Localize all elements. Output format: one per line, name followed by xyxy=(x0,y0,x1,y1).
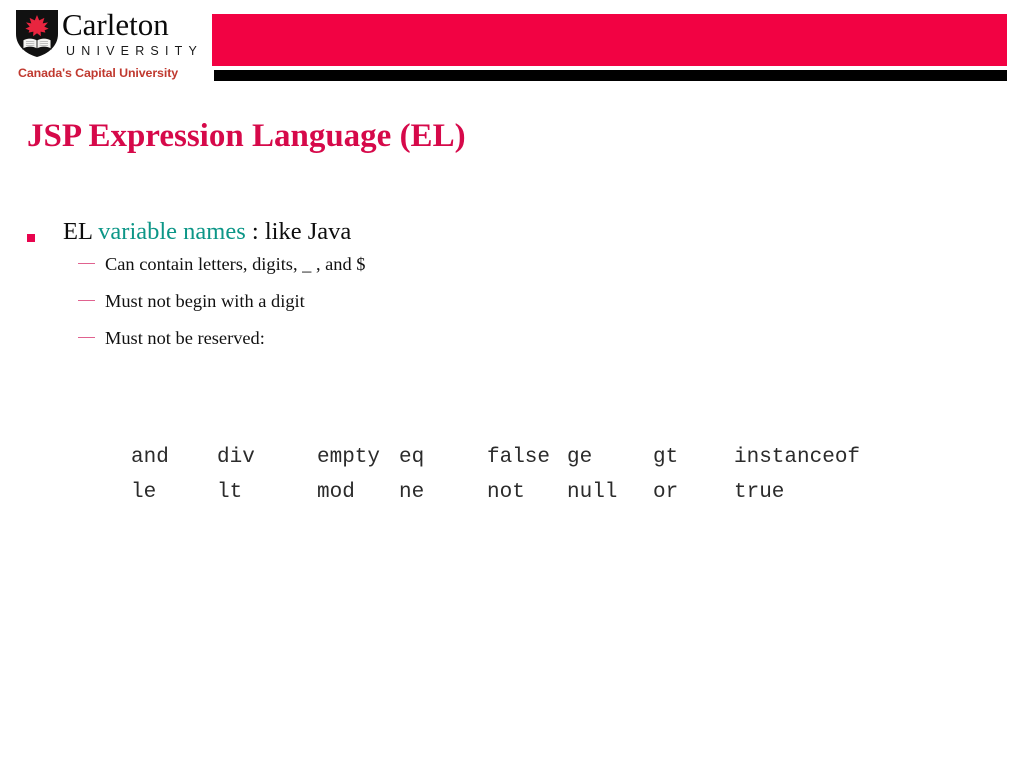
reserved-words-table: and div empty eq false ge gt instanceof … xyxy=(131,446,884,516)
bullet-level2: Can contain letters, digits, _ , and $ xyxy=(0,252,1024,277)
reserved-word-cell: and xyxy=(131,446,169,469)
reserved-words-grid: and div empty eq false ge gt instanceof … xyxy=(131,446,884,516)
reserved-word-cell: false xyxy=(487,446,551,469)
carleton-university-logo: Carleton UNIVERSITY Canada's Capital Uni… xyxy=(8,6,204,82)
bullet-level2-label: Must not begin with a digit xyxy=(105,291,305,311)
bullet-level1: EL variable names : like Java xyxy=(0,216,1024,247)
reserved-word-cell: gt xyxy=(653,446,679,469)
reserved-word-cell: or xyxy=(653,481,679,504)
reserved-word-cell: ne xyxy=(399,481,425,504)
reserved-word-cell: mod xyxy=(317,481,355,504)
brand-tagline: Canada's Capital University xyxy=(18,66,179,80)
carleton-shield-crest-icon xyxy=(16,10,58,57)
square-bullet-icon xyxy=(27,234,35,242)
bullet-text-before: EL xyxy=(63,218,99,245)
header-rule-black xyxy=(214,70,1007,81)
reserved-word-cell: div xyxy=(217,446,255,469)
reserved-word-cell: le xyxy=(131,481,157,504)
table-row: and div empty eq false ge gt instanceof xyxy=(131,446,884,481)
slide-body: EL variable names : like Java Can contai… xyxy=(0,216,1024,363)
reserved-word-cell: empty xyxy=(317,446,381,469)
sub-bullet-list: Can contain letters, digits, _ , and $ M… xyxy=(0,252,1024,351)
bullet-text-after: : like Java xyxy=(251,218,352,245)
header-rule-red xyxy=(212,14,1007,66)
reserved-word-cell: lt xyxy=(217,481,243,504)
dash-bullet-icon xyxy=(78,299,95,302)
bullet-level2-label: Can contain letters, digits, _ , and $ xyxy=(105,254,366,274)
bullet-level2-label: Must not be reserved: xyxy=(105,328,265,348)
reserved-word-cell: ge xyxy=(567,446,593,469)
page-title: JSP Expression Language (EL) xyxy=(27,118,466,154)
reserved-word-cell: not xyxy=(487,481,525,504)
wordmark-carleton: Carleton xyxy=(62,7,169,42)
bullet-level2: Must not begin with a digit xyxy=(0,289,1024,314)
reserved-word-cell: null xyxy=(567,481,618,504)
table-row: le lt mod ne not null or true xyxy=(131,481,884,516)
reserved-word-cell: eq xyxy=(399,446,425,469)
bullet-level2: Must not be reserved: xyxy=(0,326,1024,351)
slide-header: Carleton UNIVERSITY Canada's Capital Uni… xyxy=(0,0,1024,92)
reserved-word-cell: instanceof xyxy=(734,446,861,469)
bullet-text-accent: variable names xyxy=(98,218,246,245)
wordmark-university: UNIVERSITY xyxy=(66,44,204,58)
reserved-word-cell: true xyxy=(734,481,785,504)
dash-bullet-icon xyxy=(78,262,95,265)
dash-bullet-icon xyxy=(78,336,95,339)
